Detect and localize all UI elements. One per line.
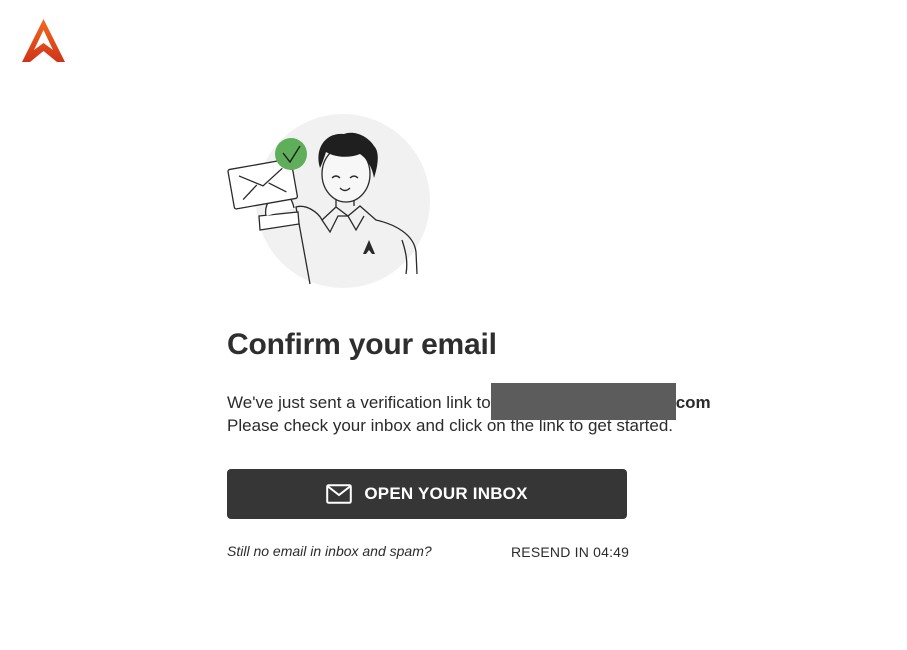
brand-logo-icon[interactable] — [21, 18, 66, 64]
open-inbox-button[interactable]: OPEN YOUR INBOX — [227, 469, 627, 519]
verification-message: We've just sent a verification link to co… — [227, 383, 711, 439]
redacted-email — [490, 383, 676, 420]
confirm-email-page: Confirm your email We've just sent a ver… — [0, 0, 907, 650]
resend-timer[interactable]: RESEND IN 04:49 — [511, 544, 629, 560]
open-inbox-label: OPEN YOUR INBOX — [364, 484, 528, 503]
page-title: Confirm your email — [227, 328, 497, 361]
envelope-icon — [326, 484, 353, 504]
no-email-question: Still no email in inbox and spam? — [227, 543, 432, 559]
message-prefix: We've just sent a verification link to — [227, 392, 491, 412]
email-suffix: com — [675, 392, 711, 412]
message-line-1: We've just sent a verification link to co… — [227, 383, 711, 420]
person-holding-envelope-illustration — [227, 114, 430, 288]
